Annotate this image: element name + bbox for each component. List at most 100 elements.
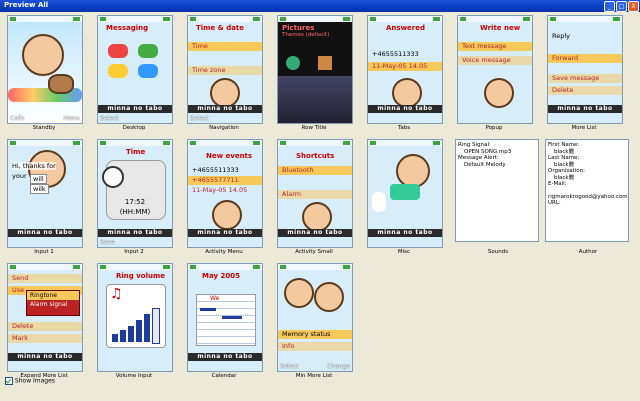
phone-screen: Time & date Time Time zone minna no tabo… xyxy=(187,15,263,124)
list-item: 11-May-05 14.05 xyxy=(192,186,248,194)
suggestion-item: will xyxy=(30,174,47,184)
list-item: +4655511333 xyxy=(372,50,419,58)
menu-item: Delete xyxy=(548,86,622,95)
screen-header: Messaging xyxy=(106,24,149,32)
preview-label: Standby xyxy=(32,125,56,131)
menu-item: Reply xyxy=(552,32,571,40)
list-item: +4655577711 xyxy=(188,176,262,185)
softkey-right: Change xyxy=(327,363,350,370)
info-line: URL: xyxy=(548,200,561,206)
screen-subheader: Themes (default) xyxy=(282,32,330,38)
brand-bar: minna no tabo xyxy=(98,229,172,237)
menu-item: Mark xyxy=(8,334,82,343)
phone-screen: May 2005 We minna no tabo xyxy=(187,263,263,372)
preview-label: Navigation xyxy=(209,125,239,131)
menu-item: Voice message xyxy=(458,56,532,65)
brand-bar: minna no tabo xyxy=(8,229,82,237)
phone-screen: Reply Forward Save message Delete minna … xyxy=(547,15,623,124)
menu-item: Info xyxy=(278,342,352,351)
phone-screen: Hi, thanks for your will wilk minna no t… xyxy=(7,139,83,248)
preview-label: Calendar xyxy=(211,373,237,379)
preview-label: Min More List xyxy=(295,373,333,379)
preview-label: Activity Small xyxy=(295,249,333,255)
screen-header: Write new xyxy=(480,24,521,32)
screen-header: Ring volume xyxy=(116,272,166,280)
preview-label: Activity Menu xyxy=(205,249,243,255)
show-images-checkbox[interactable] xyxy=(5,377,13,385)
phone-screen: Write new Text message Voice message xyxy=(457,15,533,124)
brand-bar: minna no tabo xyxy=(188,229,262,237)
softkey-left: Select xyxy=(190,115,209,122)
menu-item: Send xyxy=(8,274,82,283)
info-line: Default Melody xyxy=(464,161,506,168)
author-info: First Name: black麗 Last Name: black麗 Org… xyxy=(545,139,629,242)
screen-header: May 2005 xyxy=(202,272,240,280)
screen-header: New events xyxy=(206,152,253,160)
submenu-item: Ringtone xyxy=(27,291,79,300)
preview-label: Popup xyxy=(485,125,503,131)
input-text: Hi, thanks for xyxy=(12,162,56,170)
phone-screen: Answered +4655511333 11-May-05 14.05 min… xyxy=(367,15,443,124)
preview-label: Row Title xyxy=(301,125,327,131)
softkey-left: Calls xyxy=(10,115,25,122)
phone-screen: Shortcuts Bluetooth Alarm minna no tabo xyxy=(277,139,353,248)
softkey-left: Select xyxy=(100,115,119,122)
softkey-left: Select xyxy=(280,363,299,370)
show-images-toggle[interactable]: Show Images xyxy=(5,377,55,387)
input-text: your xyxy=(12,172,27,180)
sounds-info: Ring Signal: OPEN SONG.mp3 Message Alert… xyxy=(455,139,539,242)
menu-item: Forward xyxy=(548,54,622,63)
suggestion-item: wilk xyxy=(30,184,49,194)
brand-bar: minna no tabo xyxy=(188,105,262,113)
brand-bar: minna no tabo xyxy=(368,105,442,113)
screen-header: Pictures xyxy=(282,24,315,32)
screen-header: Shortcuts xyxy=(296,152,335,160)
menu-item: Memory status xyxy=(278,330,352,339)
close-button[interactable]: X xyxy=(628,1,639,12)
phone-screen: Pictures Themes (default) xyxy=(277,15,353,124)
preview-label: Author xyxy=(578,249,598,255)
softkey-left: Save xyxy=(100,239,115,246)
time-value: 17:52 xyxy=(124,198,146,206)
preview-label: Sounds xyxy=(487,249,509,255)
brand-bar: minna no tabo xyxy=(278,229,352,237)
brand-bar: minna no tabo xyxy=(8,353,82,361)
menu-item: Text message xyxy=(458,42,532,51)
weekday-label: We xyxy=(210,295,220,302)
clock-icon xyxy=(102,166,124,188)
preview-label: Input 2 xyxy=(124,249,144,255)
list-item: +4655511333 xyxy=(192,166,239,174)
phone-screen: minna no tabo xyxy=(367,139,443,248)
menu-item: Alarm xyxy=(278,190,352,199)
show-images-label: Show Images xyxy=(14,377,55,385)
phone-screen: Send Use Ringtone Alarm signal Delete Ma… xyxy=(7,263,83,372)
menu-item: Save message xyxy=(548,74,622,83)
preview-label: Tabs xyxy=(397,125,411,131)
brand-bar: minna no tabo xyxy=(98,105,172,113)
submenu: Ringtone Alarm signal xyxy=(26,290,80,316)
preview-label: Input 1 xyxy=(34,249,54,255)
time-format: (HH:MM) xyxy=(119,208,151,216)
menu-item: Time xyxy=(188,42,262,51)
phone-screen: Time 17:52 (HH:MM) minna no tabo Save xyxy=(97,139,173,248)
list-item: 11-May-05 14.05 xyxy=(368,62,442,71)
phone-screen: Ring volume ♫ xyxy=(97,263,173,372)
window-title: Preview All xyxy=(4,1,49,9)
maximize-button[interactable]: □ xyxy=(616,1,627,12)
softkey-right: Menu xyxy=(63,115,80,122)
preview-label: Volume Input xyxy=(115,373,153,379)
menu-item: Bluetooth xyxy=(278,166,352,175)
phone-screen: New events +4655511333 +4655577711 11-Ma… xyxy=(187,139,263,248)
phone-screen: Memory status Info Select Change xyxy=(277,263,353,372)
preview-label: Misc xyxy=(397,249,411,255)
minimize-button[interactable]: _ xyxy=(604,1,615,12)
brand-bar: minna no tabo xyxy=(548,105,622,113)
phone-screen: Calls Menu xyxy=(7,15,83,124)
preview-label: Desktop xyxy=(122,125,146,131)
submenu-item: Alarm signal xyxy=(30,301,68,308)
preview-grid: Calls Menu Standby Messaging minna no tab… xyxy=(3,13,637,387)
brand-bar: minna no tabo xyxy=(368,229,442,237)
menu-item: Time zone xyxy=(188,66,262,75)
screen-header: Answered xyxy=(386,24,425,32)
menu-item: Delete xyxy=(8,322,82,331)
